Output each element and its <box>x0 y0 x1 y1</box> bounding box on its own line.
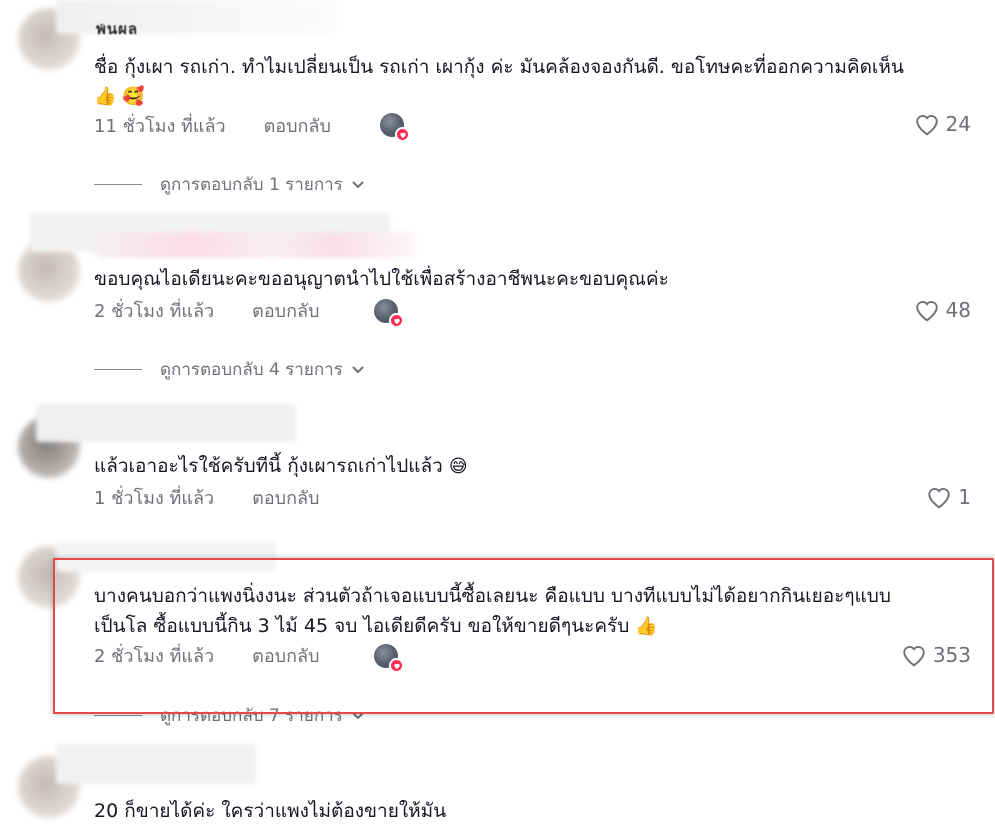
comment-emojis: 😅 <box>448 456 468 477</box>
comment-text: 20 ก็ขายได้ค่ะ ใครว่าแพงไม่ต้องขายให้มัน <box>94 796 945 826</box>
username-redacted <box>56 744 256 784</box>
comment-text: ชื่อ กุ้งเผา รถเก่า. ทำไมเปลี่ยนเป็น รถเ… <box>94 52 945 112</box>
comment-time: 1 ชั่วโมง ที่แล้ว <box>94 487 215 509</box>
comment-meta: 1 ชั่วโมง ที่แล้ว ตอบกลับ <box>94 484 319 510</box>
username-redacted <box>96 232 416 258</box>
reply-button[interactable]: ตอบกลับ <box>252 483 319 512</box>
like-count: 24 <box>945 112 971 136</box>
comment-meta: 2 ชั่วโมง ที่แล้ว ตอบกลับ <box>94 297 319 323</box>
comment-time: 11 ชั่วโมง ที่แล้ว <box>94 115 226 137</box>
username-redacted <box>36 404 296 442</box>
comment-meta: 11 ชั่วโมง ที่แล้ว ตอบกลับ <box>94 112 331 138</box>
creator-liked-avatar <box>380 113 410 142</box>
comment-time: 2 ชั่วโมง ที่แล้ว <box>94 300 215 322</box>
heart-outline-icon <box>915 115 938 136</box>
like-button[interactable]: 1 <box>926 483 971 511</box>
comment-text-line: ชื่อ กุ้งเผา รถเก่า. ทำไมเปลี่ยนเป็น รถเ… <box>94 56 904 78</box>
divider <box>94 715 142 716</box>
reply-button[interactable]: ตอบกลับ <box>252 296 319 325</box>
creator-liked-avatar <box>374 299 404 328</box>
comment-text-line: 20 ก็ขายได้ค่ะ ใครว่าแพงไม่ต้องขายให้มัน <box>94 800 447 822</box>
like-count: 48 <box>945 298 971 322</box>
like-button[interactable]: 24 <box>914 110 971 138</box>
view-replies-button[interactable]: ดูการตอบกลับ 4 รายการ <box>94 356 365 383</box>
view-replies-button[interactable]: ดูการตอบกลับ 1 รายการ <box>94 171 365 198</box>
view-replies-label: ดูการตอบกลับ 1 รายการ <box>160 175 343 195</box>
heart-badge-icon <box>389 313 404 328</box>
username-fragment: พ้นผล <box>96 24 139 38</box>
heart-badge-icon <box>395 127 410 142</box>
highlight-frame <box>53 558 994 714</box>
chevron-down-icon <box>352 180 364 188</box>
like-count: 1 <box>958 485 971 509</box>
chevron-down-icon <box>352 365 364 373</box>
like-button[interactable]: 48 <box>914 296 971 324</box>
comment-emojis: 👍 🥰 <box>94 86 145 107</box>
view-replies-label: ดูการตอบกลับ 4 รายการ <box>160 360 343 380</box>
heart-outline-icon <box>928 488 950 509</box>
heart-outline-icon <box>915 301 938 322</box>
comment-text: แล้วเอาอะไรใช้ครับทีนี้ กุ้งเผารถเก่าไปแ… <box>94 451 945 482</box>
comment-text-line: แล้วเอาอะไรใช้ครับทีนี้ กุ้งเผารถเก่าไปแ… <box>94 455 443 477</box>
comment-text: ขอบคุณไอเดียนะคะขออนุญาตนำไปใช้เพื่อสร้า… <box>94 264 945 294</box>
divider <box>94 184 142 185</box>
divider <box>94 369 142 370</box>
comment-text-line: ขอบคุณไอเดียนะคะขออนุญาตนำไปใช้เพื่อสร้า… <box>94 268 669 290</box>
reply-button[interactable]: ตอบกลับ <box>264 111 331 140</box>
